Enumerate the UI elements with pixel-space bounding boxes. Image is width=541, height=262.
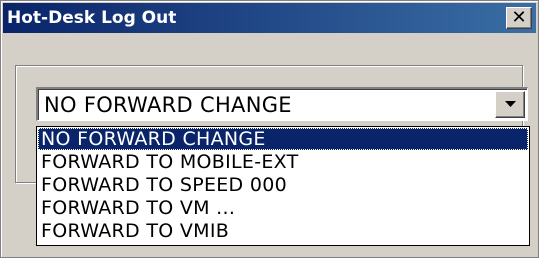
close-icon: ✕ bbox=[511, 7, 527, 28]
list-item-no-forward-change[interactable]: NO FORWARD CHANGE bbox=[38, 128, 528, 150]
list-item-forward-to-speed-000[interactable]: FORWARD TO SPEED 000 bbox=[38, 174, 528, 196]
title-bar[interactable]: Hot-Desk Log Out ✕ bbox=[3, 3, 536, 33]
list-item-forward-to-vmib[interactable]: FORWARD TO VMIB bbox=[38, 220, 528, 242]
combobox-dropdown-button[interactable] bbox=[495, 91, 525, 118]
forward-option-combobox[interactable]: NO FORWARD CHANGE bbox=[36, 87, 528, 121]
chevron-down-icon bbox=[505, 101, 516, 107]
list-item-forward-to-mobile-ext[interactable]: FORWARD TO MOBILE-EXT bbox=[38, 151, 528, 173]
forward-option-list[interactable]: NO FORWARD CHANGE FORWARD TO MOBILE-EXT … bbox=[36, 126, 530, 246]
list-item-forward-to-vm[interactable]: FORWARD TO VM ... bbox=[38, 197, 528, 219]
combobox-selected-value: NO FORWARD CHANGE bbox=[44, 93, 292, 117]
close-button[interactable]: ✕ bbox=[506, 7, 532, 29]
window-title: Hot-Desk Log Out bbox=[7, 8, 177, 28]
